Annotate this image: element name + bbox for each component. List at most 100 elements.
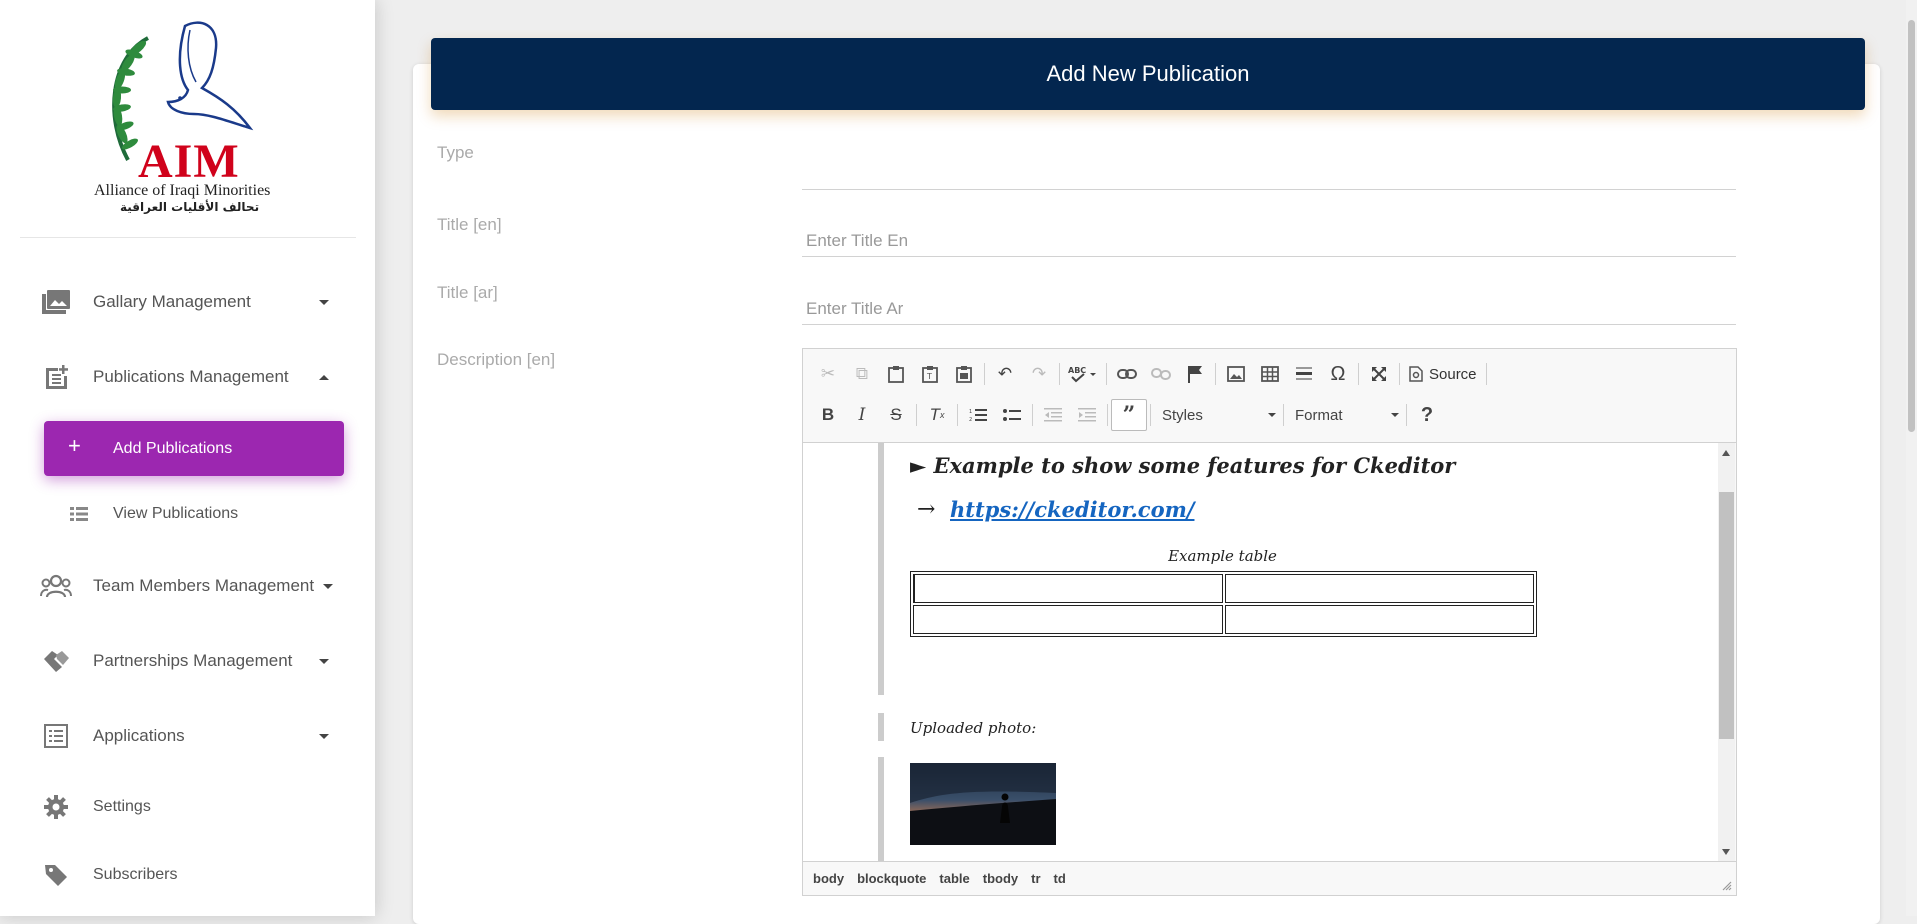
sidebar-item-gallary-management[interactable]: Gallary Management [0,278,375,326]
sidebar-subitem-add-publications[interactable]: + Add Publications [44,421,344,476]
uploaded-photo-image[interactable] [910,763,1056,845]
sidebar-item-publications-management[interactable]: Publications Management [0,353,375,401]
sidebar-item-applications[interactable]: Applications [0,712,375,760]
logo-arabic-name: تحالف الأقليات العراقية [120,200,260,214]
path-td[interactable]: td [1054,871,1066,886]
toolbar-separator [1358,363,1359,385]
page-title: Add New Publication [1046,61,1250,86]
link-icon[interactable] [1110,359,1144,389]
type-field[interactable] [802,161,1744,190]
svg-text:2: 2 [969,417,972,422]
remove-format-icon[interactable]: Tx [920,400,954,430]
numbered-list-icon[interactable]: 12 [961,400,995,430]
sidebar-divider [20,237,356,238]
sidebar-item-label: Team Members Management [93,576,315,595]
sidebar-item-settings[interactable]: Settings [0,783,375,831]
logo[interactable]: AIM Alliance of Iraqi Minorities تحالف ا… [20,18,356,218]
cut-icon[interactable]: ✂ [811,359,845,389]
page-scrollbar[interactable] [1906,0,1917,916]
sidebar-item-subscribers[interactable]: Subscribers [0,851,375,899]
table-cell[interactable] [1225,605,1534,634]
title-ar-input[interactable] [802,296,1744,322]
image-icon[interactable] [1219,359,1253,389]
chevron-down-icon [1391,413,1399,417]
gear-icon [40,791,72,823]
italic-icon[interactable]: I [845,400,879,430]
path-body[interactable]: body [813,871,844,886]
anchor-flag-icon[interactable] [1178,359,1212,389]
toolbar-separator [1485,363,1487,385]
spellcheck-icon[interactable]: ABC [1063,359,1103,389]
sidebar-item-partnerships-management[interactable]: Partnerships Management [0,637,375,685]
editor-scrollbar[interactable] [1718,443,1735,861]
sidebar-subitem-label: Add Publications [113,439,233,457]
styles-dropdown[interactable]: Styles [1154,400,1280,430]
bold-icon[interactable]: B [811,400,845,430]
type-label: Type [437,143,474,162]
format-dropdown[interactable]: Format [1287,400,1403,430]
description-en-label: Description [en] [437,350,556,369]
photo-library-icon [40,286,72,318]
path-blockquote[interactable]: blockquote [857,871,926,886]
table-cell[interactable] [1225,574,1534,603]
card-header: Add New Publication [431,38,1865,110]
logo-name: AIM [138,135,240,188]
undo-icon[interactable]: ↶ [988,359,1022,389]
path-table[interactable]: table [939,871,969,886]
redo-icon[interactable]: ↷ [1022,359,1056,389]
sidebar-item-label: Gallary Management [93,292,251,311]
title-en-field[interactable] [802,228,1744,257]
paste-icon[interactable] [879,359,913,389]
editor-element-path: body blockquote table tbody tr td [803,861,1736,895]
sidebar-item-label: Settings [93,798,151,815]
list-icon [70,507,88,526]
horizontal-line-icon[interactable] [1287,359,1321,389]
unlink-icon[interactable] [1144,359,1178,389]
special-character-icon[interactable]: Ω [1321,359,1355,389]
toolbar-separator [1107,404,1108,426]
title-ar-field[interactable] [802,296,1744,325]
description-editor[interactable]: ✂ ⧉ T ↶ ↷ ABC Ω Source B I S T x 1 2 ” S… [802,348,1737,896]
table-icon[interactable] [1253,359,1287,389]
scrollbar-thumb[interactable] [1719,492,1734,739]
toolbar-separator [957,404,958,426]
scroll-up-icon[interactable] [1722,450,1730,456]
ckeditor-link[interactable]: https://ckeditor.com/ [950,497,1194,522]
bulleted-list-icon[interactable] [995,400,1029,430]
indent-icon[interactable] [1070,400,1104,430]
path-tr[interactable]: tr [1031,871,1040,886]
strikethrough-icon[interactable]: S [879,400,913,430]
sidebar-subitem-label: View Publications [113,505,239,522]
page-scrollbar-thumb[interactable] [1908,20,1915,432]
logo-subtitle: Alliance of Iraqi Minorities [94,182,271,199]
editor-content-area[interactable]: ► Example to show some features for Cked… [803,443,1718,861]
sidebar-subitem-view-publications[interactable]: View Publications [44,488,344,540]
toolbar-separator [1150,404,1151,426]
help-icon[interactable]: ? [1410,400,1444,430]
toolbar-separator [1106,363,1107,385]
chevron-up-icon [319,374,329,380]
source-button[interactable]: Source [1403,359,1483,389]
table-cell[interactable] [913,605,1223,634]
resize-handle-icon[interactable] [1722,881,1732,891]
maximize-icon[interactable] [1362,359,1396,389]
title-ar-label: Title [ar] [437,283,498,302]
copy-icon[interactable]: ⧉ [845,359,879,389]
paste-word-icon[interactable] [947,359,981,389]
scroll-down-icon[interactable] [1722,849,1730,855]
title-en-label: Title [en] [437,215,502,234]
example-table[interactable] [910,571,1537,637]
blockquote-icon[interactable]: ” [1111,399,1147,431]
blockquote-bar [878,443,884,695]
paste-text-icon[interactable]: T [913,359,947,389]
type-input[interactable] [802,161,1744,187]
toolbar-separator [916,404,917,426]
table-cell[interactable] [913,574,1223,603]
title-en-input[interactable] [802,228,1744,254]
toolbar-separator [1406,404,1407,426]
outdent-icon[interactable] [1036,400,1070,430]
chevron-down-icon [319,733,329,739]
sidebar-item-team-members-management[interactable]: Team Members Management [0,562,375,610]
path-tbody[interactable]: tbody [983,871,1018,886]
blockquote-bar [878,757,884,861]
